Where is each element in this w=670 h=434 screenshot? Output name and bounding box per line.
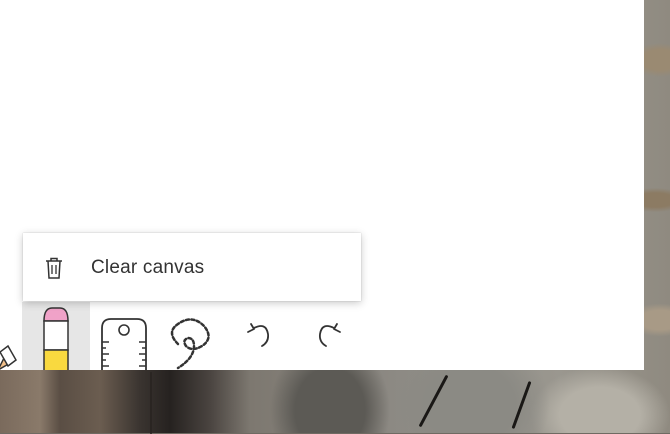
ink-toolbar (0, 302, 362, 370)
tool-lasso-select[interactable] (158, 302, 226, 370)
clear-canvas-label: Clear canvas (91, 257, 205, 278)
ruler-icon (101, 318, 147, 370)
eraser-icon (43, 307, 69, 370)
eraser-flyout-menu: Clear canvas (23, 233, 361, 301)
redo-button[interactable] (294, 302, 362, 370)
clear-canvas-button[interactable]: Clear canvas (23, 233, 361, 301)
tool-ballpoint-pen[interactable] (0, 302, 22, 370)
wallpaper-crack (150, 372, 152, 434)
undo-icon (247, 323, 270, 347)
trash-icon (43, 256, 65, 284)
ballpoint-pen-icon (0, 344, 17, 370)
lasso-select-icon (170, 318, 210, 370)
undo-button[interactable] (226, 302, 294, 370)
redo-icon (318, 323, 341, 347)
tool-ruler[interactable] (90, 302, 158, 370)
tool-eraser[interactable] (22, 302, 90, 370)
